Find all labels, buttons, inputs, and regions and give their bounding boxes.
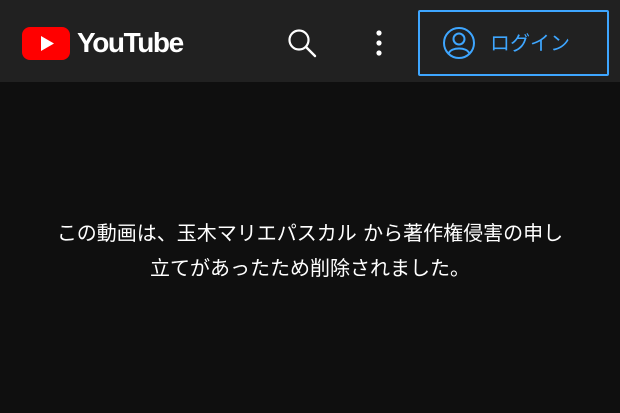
login-button[interactable]: ログイン — [418, 10, 609, 76]
removal-notice-line-1: この動画は、玉木マリエパスカル から著作権侵害の申し — [56, 221, 564, 245]
top-app-bar: YouTube ログイン — [0, 0, 620, 82]
youtube-logo[interactable]: YouTube — [22, 26, 184, 60]
search-icon — [288, 29, 317, 58]
removal-notice-line-2: 立てがあったため削除されました。 — [150, 256, 470, 280]
logo-wordmark: YouTube — [77, 27, 184, 58]
more-options-button[interactable] — [358, 22, 400, 64]
more-vertical-icon — [376, 30, 382, 56]
removal-notice: この動画は、玉木マリエパスカル から著作権侵害の申し 立てがあったため削除されま… — [20, 216, 600, 286]
login-label: ログイン — [490, 31, 570, 55]
search-button[interactable] — [281, 22, 323, 64]
youtube-play-icon — [22, 26, 70, 60]
account-circle-icon — [443, 27, 475, 59]
